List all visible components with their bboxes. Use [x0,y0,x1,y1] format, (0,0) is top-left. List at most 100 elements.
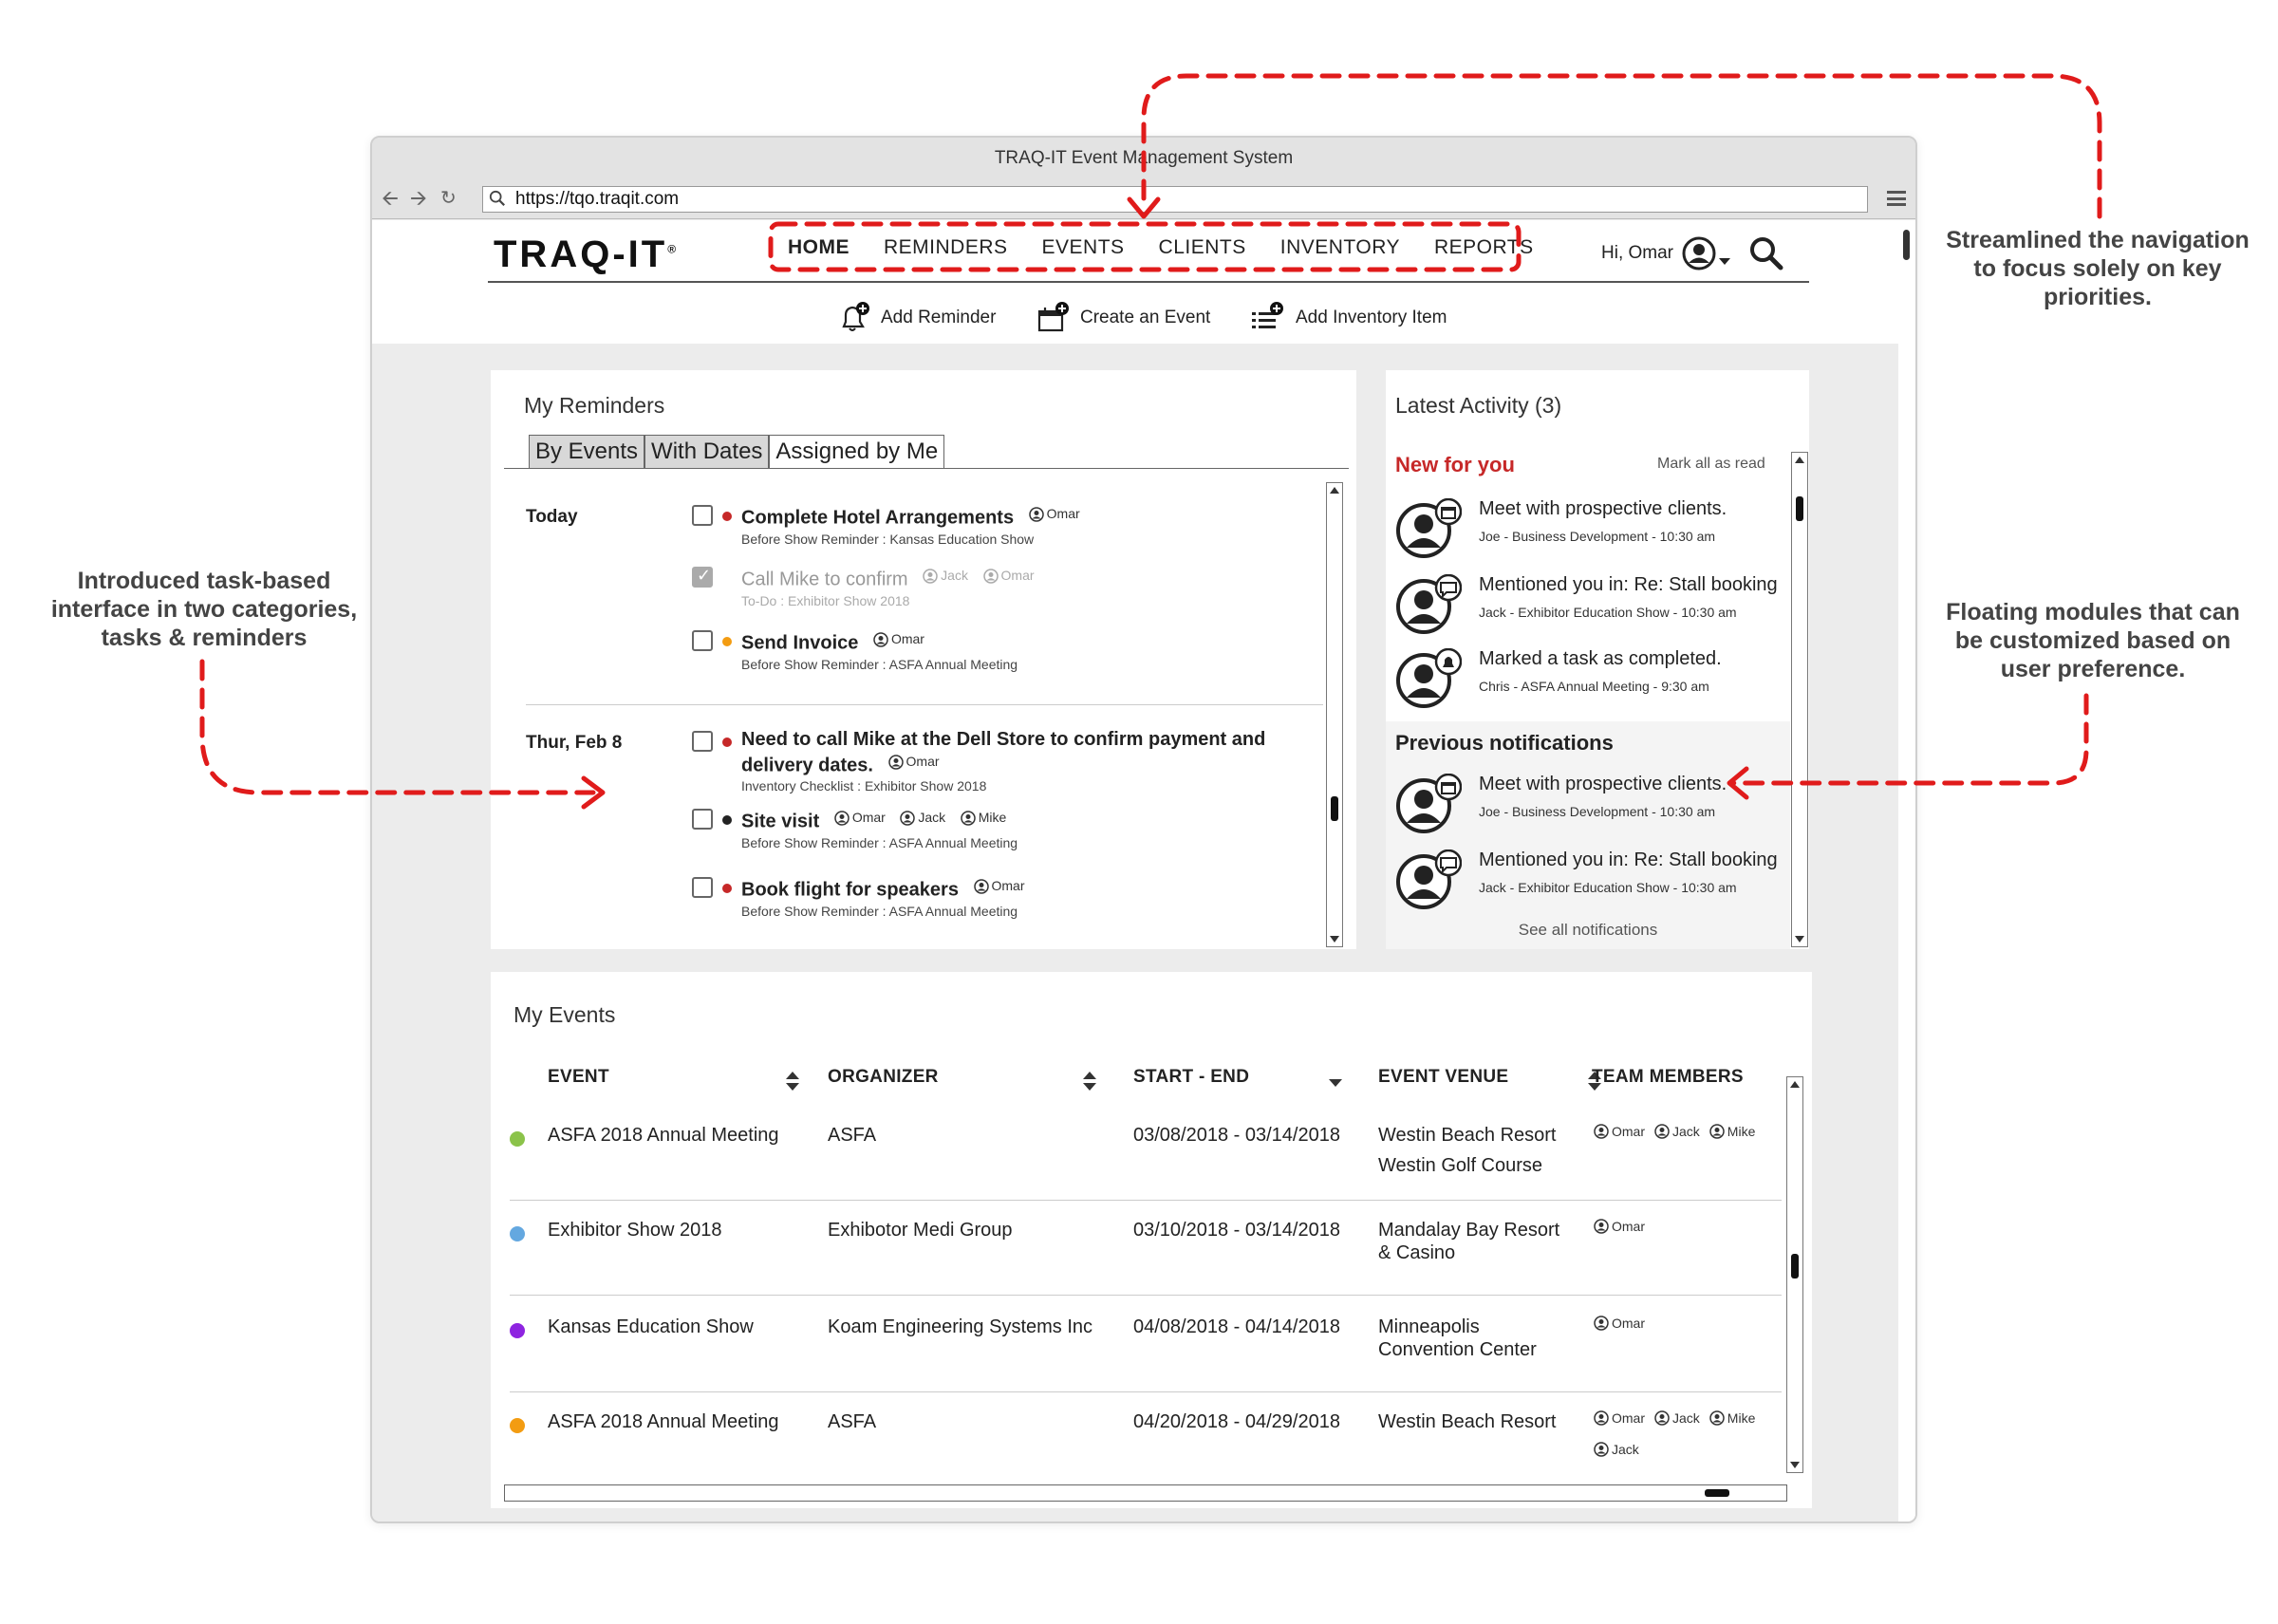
task-checkbox[interactable] [692,877,713,898]
user-icon [1594,1219,1609,1234]
day-divider [526,704,1323,705]
priority-dot [722,815,732,825]
task-title[interactable]: Complete Hotel Arrangements [741,508,1014,529]
nav-inventory[interactable]: INVENTORY [1263,236,1417,259]
reminders-scrollbar[interactable] [1326,482,1343,947]
tab-assigned-by-me[interactable]: Assigned by Me [769,435,945,469]
add-reminder-button[interactable]: Add Reminder [837,302,996,334]
tab-by-events[interactable]: By Events [529,435,645,469]
activity-item[interactable]: Mentioned you in: Re: Stall booking Jack… [1395,574,1794,641]
row-divider [510,1200,1782,1201]
page-scrollbar[interactable] [1896,220,1915,1521]
row-divider [510,1295,1782,1296]
team-members: Omar [1594,1316,1783,1337]
activity-meta: Chris - ASFA Annual Meeting - 9:30 am [1479,679,1709,694]
activity-item[interactable]: Mentioned you in: Re: Stall booking Jack… [1395,849,1794,916]
task-title[interactable]: Need to call Mike at the Dell Store to c… [741,729,1265,750]
task-title[interactable]: Site visit [741,812,819,832]
user-icon [1654,1410,1670,1426]
task-checkbox[interactable] [692,505,713,526]
user-menu[interactable]: Hi, Omar [1601,235,1730,271]
sort-icon[interactable] [1082,1071,1097,1092]
task-subtitle: To-Do : Exhibitor Show 2018 [741,593,910,608]
create-event-button[interactable]: Create an Event [1036,302,1210,334]
col-organizer[interactable]: ORGANIZER [828,1067,939,1088]
activity-message: Mentioned you in: Re: Stall booking [1479,849,1778,870]
search-icon [489,190,505,206]
header-divider [488,281,1809,283]
event-venue-2: & Casino [1378,1242,1456,1263]
annotation-modules: Floating modules that can be customized b… [1946,599,2240,682]
nav-home[interactable]: HOME [771,236,867,259]
see-all-notifications-link[interactable]: See all notifications [1386,921,1790,940]
task-checkbox[interactable] [692,630,713,651]
back-arrow-icon[interactable]: 🡨 [382,187,399,210]
priority-dot [722,512,732,521]
task-checkbox[interactable] [692,731,713,752]
task-checkbox[interactable] [692,566,713,588]
previous-notifications-label: Previous notifications [1395,731,1614,755]
user-icon [1594,1316,1609,1331]
reload-icon[interactable]: ↻ [440,187,457,210]
event-organizer: Koam Engineering Systems Inc [828,1316,1093,1337]
activity-message: Meet with prospective clients. [1479,498,1727,519]
url-text: https://tqo.traqit.com [515,189,680,209]
activity-scrollbar[interactable] [1791,452,1808,947]
tab-with-dates[interactable]: With Dates [644,435,770,469]
task-checkbox[interactable] [692,809,713,830]
activity-item[interactable]: Meet with prospective clients. Joe - Bus… [1395,774,1794,840]
user-avatar-icon [1396,648,1462,708]
new-for-you-label: New for you [1395,453,1515,476]
app-logo[interactable]: TRAQ-IT® [494,233,676,276]
event-dates: 04/08/2018 - 04/14/2018 [1133,1316,1340,1337]
reminders-tabs: By Events With Dates Assigned by Me [529,435,945,469]
user-icon [887,754,904,770]
list-plus-icon [1252,302,1283,328]
nav-events[interactable]: EVENTS [1025,236,1142,259]
col-event[interactable]: EVENT [548,1067,609,1088]
event-dates: 04/20/2018 - 04/29/2018 [1133,1411,1340,1432]
user-avatar-icon [1682,236,1716,271]
nav-reminders[interactable]: REMINDERS [867,236,1025,259]
day-label: Today [526,507,578,527]
search-icon[interactable] [1748,235,1784,271]
sort-icon[interactable] [785,1071,800,1092]
event-venue: Mandalay Bay Resort [1378,1220,1560,1241]
sort-desc-icon[interactable] [1328,1078,1343,1088]
events-scrollbar[interactable] [1786,1076,1803,1473]
event-organizer: ASFA [828,1411,877,1432]
menu-icon[interactable] [1887,191,1906,206]
activity-item[interactable]: Meet with prospective clients. Joe - Bus… [1395,498,1794,565]
event-name[interactable]: Kansas Education Show [548,1316,754,1338]
nav-reports[interactable]: REPORTS [1417,236,1551,259]
forward-arrow-icon[interactable]: 🡪 [410,187,427,210]
event-name[interactable]: ASFA 2018 Annual Meeting [548,1410,779,1433]
task-title[interactable]: Book flight for speakers [741,880,959,901]
add-inventory-button[interactable]: Add Inventory Item [1250,302,1447,334]
user-icon [982,568,999,584]
user-icon [1594,1410,1609,1426]
task-title[interactable]: Send Invoice [741,633,858,654]
browser-window: TRAQ-IT Event Management System 🡨 🡪 ↻ ht… [370,136,1917,1523]
task-title-cont[interactable]: delivery dates. [741,756,873,776]
user-icon [923,568,938,584]
col-event-venue[interactable]: EVENT VENUE [1378,1067,1508,1088]
events-hscrollbar[interactable] [504,1484,1787,1502]
user-icon [1594,1442,1609,1457]
mark-all-read-link[interactable]: Mark all as read [1657,456,1765,473]
task-subtitle: Before Show Reminder : ASFA Annual Meeti… [741,904,1018,919]
url-bar[interactable]: https://tqo.traqit.com [482,186,1868,213]
user-icon [1709,1124,1725,1139]
user-avatar-icon [1396,849,1462,909]
team-members: Omar Jack Mike [1594,1124,1783,1146]
bell-plus-icon [842,302,869,331]
event-color-dot [510,1323,525,1338]
user-icon [834,810,850,826]
col-start-end[interactable]: START - END [1133,1067,1249,1088]
task-title[interactable]: Call Mike to confirm [741,569,908,590]
activity-item[interactable]: Marked a task as completed. Chris - ASFA… [1395,648,1794,715]
event-name[interactable]: ASFA 2018 Annual Meeting [548,1124,779,1147]
event-name[interactable]: Exhibitor Show 2018 [548,1219,721,1241]
nav-clients[interactable]: CLIENTS [1142,236,1263,259]
user-icon [961,810,976,826]
